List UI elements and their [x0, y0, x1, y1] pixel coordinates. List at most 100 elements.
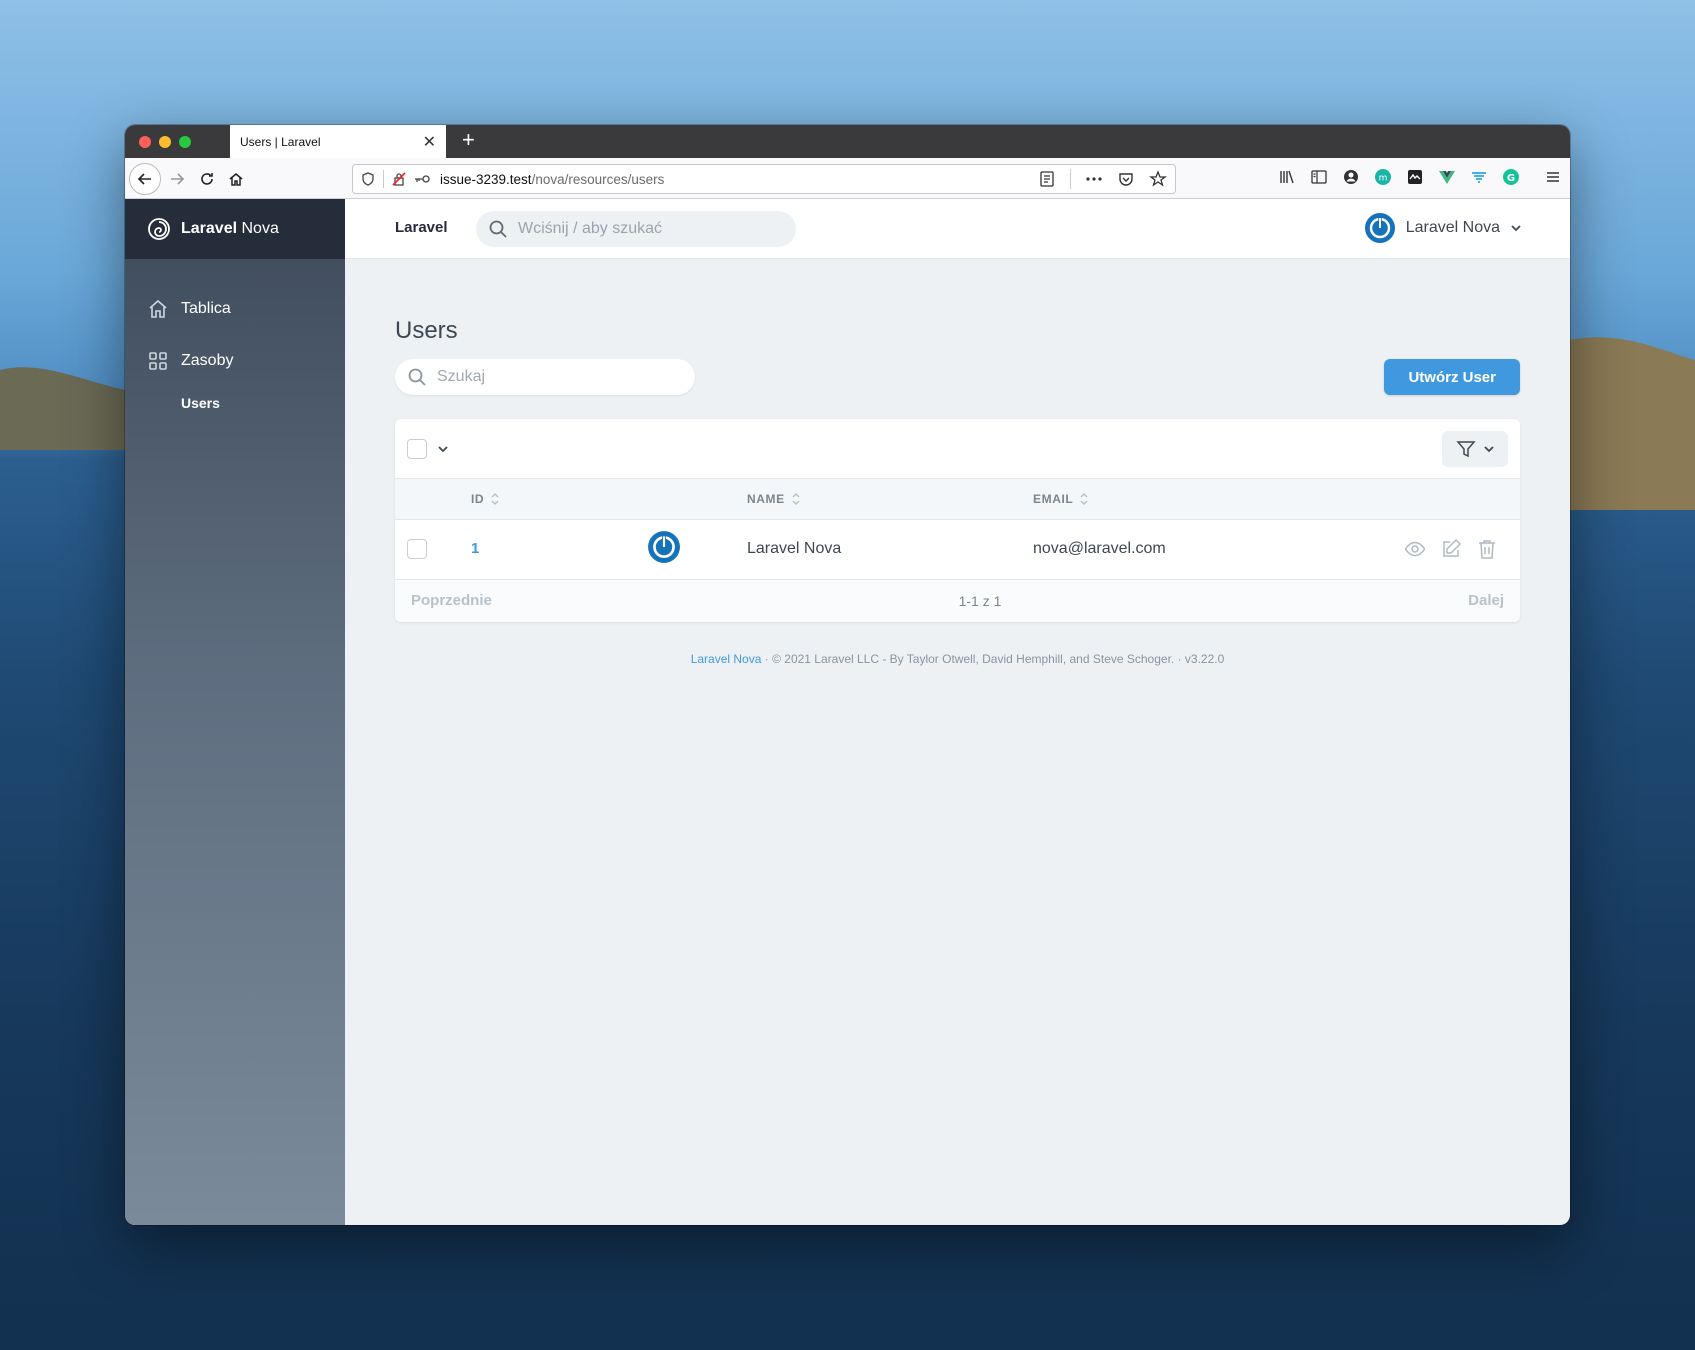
library-icon[interactable] [1278, 168, 1296, 186]
url-path: /nova/resources/users [531, 171, 665, 187]
vue-devtools-icon[interactable] [1438, 168, 1456, 186]
new-tab-button[interactable]: + [462, 129, 475, 151]
reload-icon [201, 173, 213, 185]
url-actions [1038, 169, 1167, 189]
extension-dark-icon[interactable] [1406, 168, 1424, 186]
maximize-window-button[interactable] [179, 136, 191, 148]
header-avatar [647, 479, 747, 519]
close-window-button[interactable] [139, 136, 151, 148]
resource-search-placeholder: Szukaj [437, 368, 486, 385]
home-button[interactable] [222, 165, 250, 193]
sidebar-brand[interactable]: Laravel Nova [125, 199, 345, 259]
resource-index: Users Szukaj Utwórz User ID NAME EMAIL 1… [345, 259, 1570, 666]
pocket-icon[interactable] [1117, 169, 1135, 189]
sidebar-item-zasoby[interactable]: Zasoby [125, 335, 345, 387]
sidebar-item-users[interactable]: Users [125, 387, 345, 419]
actions-row: Szukaj Utwórz User [395, 359, 1520, 395]
chevron-down-icon[interactable] [437, 443, 449, 455]
insecure-lock-icon[interactable] [392, 172, 406, 186]
extension-m-icon[interactable]: m [1374, 168, 1392, 186]
header-actions [1293, 479, 1520, 519]
select-all-control[interactable] [407, 438, 449, 459]
sidebar-item-tablica[interactable]: Tablica [125, 283, 345, 335]
header-id[interactable]: ID [471, 479, 647, 519]
view-button[interactable] [1404, 538, 1426, 560]
account-icon[interactable] [1342, 168, 1360, 186]
url-bar[interactable]: issue-3239.test/nova/resources/users [352, 164, 1176, 194]
main-content: Laravel Wciśnij / aby szukać Laravel Nov… [345, 199, 1570, 1225]
delete-button[interactable] [1476, 538, 1498, 560]
menu-icon[interactable] [1544, 168, 1562, 186]
resource-search-input[interactable]: Szukaj [395, 359, 695, 395]
footer: Laravel Nova · © 2021 Laravel LLC - By T… [395, 652, 1520, 666]
footer-nova-link[interactable]: Laravel Nova [691, 652, 762, 666]
home-icon [149, 299, 167, 318]
table-row: 1 Laravel Nova nova@laravel.com [395, 519, 1520, 579]
select-all-checkbox[interactable] [407, 438, 427, 459]
filter-button[interactable] [1442, 430, 1508, 467]
sidebar-toggle-icon[interactable] [1310, 168, 1328, 186]
browser-tab[interactable]: Users | Laravel ✕ [230, 125, 446, 158]
nova-logo-icon [148, 218, 170, 240]
extension-lines-icon[interactable] [1470, 168, 1488, 186]
sort-icon [1080, 492, 1088, 505]
global-search-input[interactable]: Wciśnij / aby szukać [476, 211, 796, 247]
back-button[interactable] [129, 163, 161, 195]
trash-icon [1479, 540, 1495, 559]
tab-title: Users | Laravel [240, 134, 321, 149]
reader-view-icon[interactable] [1038, 169, 1056, 189]
avatar [648, 530, 680, 563]
next-page-button[interactable]: Dalej [1468, 592, 1504, 609]
previous-page-button[interactable]: Poprzednie [411, 592, 492, 609]
url-host: issue-3239.test [440, 171, 532, 187]
grammarly-icon[interactable]: G [1502, 168, 1520, 186]
shield-icon[interactable] [361, 172, 375, 186]
search-icon [489, 220, 507, 238]
side-nav: Tablica Zasoby Users [125, 259, 345, 419]
browser-window: Users | Laravel ✕ + issue-3239.test/nova… [125, 125, 1570, 1225]
chevron-down-icon [1484, 445, 1494, 452]
top-bar: Laravel Wciśnij / aby szukać Laravel Nov… [345, 199, 1570, 259]
svg-text:G: G [1507, 173, 1515, 184]
app-name[interactable]: Laravel [395, 219, 448, 236]
nova-app: Laravel Nova Tablica Zasoby Users Larave… [125, 199, 1570, 1225]
pagination-info: 1-1 z 1 [958, 592, 1002, 609]
edit-button[interactable] [1440, 538, 1462, 560]
brand-name: Laravel Nova [181, 220, 279, 237]
window-controls [139, 136, 191, 148]
header-email[interactable]: EMAIL [1033, 479, 1293, 519]
more-icon[interactable] [1085, 169, 1103, 189]
row-id-link[interactable]: 1 [471, 540, 479, 557]
chevron-down-icon [1511, 225, 1521, 232]
forward-button[interactable] [163, 165, 191, 193]
avatar [1364, 213, 1395, 243]
sort-icon [491, 492, 499, 505]
page-title: Users [395, 317, 458, 344]
resource-table: ID NAME EMAIL 1 Laravel Nova nova@larave… [395, 479, 1520, 580]
header-select [395, 479, 471, 519]
grid-icon [149, 352, 167, 370]
home-icon [229, 173, 243, 186]
browser-navbar: issue-3239.test/nova/resources/users m G [125, 158, 1570, 199]
reload-button[interactable] [193, 165, 221, 193]
row-actions [1293, 538, 1520, 560]
edit-icon [1443, 538, 1462, 557]
resource-table-card: ID NAME EMAIL 1 Laravel Nova nova@larave… [395, 419, 1520, 622]
user-menu[interactable]: Laravel Nova [1364, 212, 1522, 244]
sidebar-item-label: Zasoby [181, 352, 234, 369]
svg-text:m: m [1379, 174, 1388, 184]
bookmark-star-icon[interactable] [1149, 169, 1167, 189]
url-security-icons [361, 170, 430, 188]
key-icon[interactable] [414, 174, 430, 184]
row-checkbox[interactable] [407, 539, 427, 559]
header-name[interactable]: NAME [747, 479, 1033, 519]
sort-icon [792, 492, 800, 505]
sidebar: Laravel Nova Tablica Zasoby Users [125, 199, 345, 1225]
eye-icon [1404, 541, 1426, 557]
browser-toolbar: m G [1278, 168, 1562, 186]
tab-close-icon[interactable]: ✕ [423, 132, 436, 152]
tab-strip: Users | Laravel ✕ + [125, 125, 1570, 158]
minimize-window-button[interactable] [159, 136, 171, 148]
user-name: Laravel Nova [1405, 219, 1500, 236]
create-user-button[interactable]: Utwórz User [1384, 359, 1520, 395]
